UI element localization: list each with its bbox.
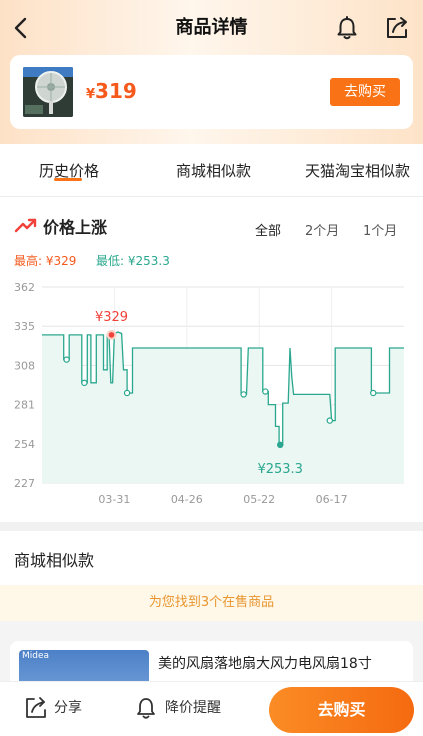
share-icon[interactable] [383, 14, 411, 42]
price-history-chart: 362 335 308 281 254 227 03-31 04-26 05-22 06-17 ¥3… [14, 281, 404, 506]
price-marker [63, 356, 70, 363]
similar-item[interactable]: Midea 美的风扇落地扇大风力电风扇18寸 [10, 641, 413, 681]
similar-item-image: Midea [19, 650, 149, 681]
min-point [276, 441, 284, 449]
x-tick-label: 05-22 [243, 493, 275, 506]
price-marker [123, 389, 131, 397]
section-divider [0, 522, 423, 531]
tab-mall-similar[interactable]: 商城相似款 [176, 160, 251, 181]
max-price-label: ¥329 [95, 310, 128, 325]
range-1-month[interactable]: 1个月 [363, 220, 397, 239]
x-tick-label: 06-17 [316, 493, 348, 506]
fan-image [23, 67, 73, 117]
price-marker [240, 391, 247, 398]
similar-section: 商城相似款 为您找到3个在售商品 [0, 531, 423, 631]
price-marker [81, 379, 88, 387]
similar-item-name: 美的风扇落地扇大风力电风扇18寸 [158, 656, 372, 672]
active-tab-indicator [54, 178, 82, 181]
x-tick-label: 04-26 [171, 493, 203, 506]
price-alert-label[interactable]: 降价提醒 [165, 697, 221, 717]
nav-bar: 商品详情 [0, 0, 423, 56]
price-marker [370, 389, 377, 397]
y-tick-label: 227 [14, 477, 35, 490]
tab-tmall-taobao-similar[interactable]: 天猫淘宝相似款 [305, 160, 410, 181]
product-price: ¥319 [86, 79, 137, 103]
y-tick-label: 362 [14, 281, 35, 294]
lowest-price: 最低: ¥253.3 [96, 254, 170, 268]
range-all[interactable]: 全部 [255, 220, 281, 239]
bell-icon[interactable] [333, 14, 361, 42]
x-tick-label: 03-31 [98, 493, 130, 506]
tab-bar: 历史价格 商城相似款 天猫淘宝相似款 [0, 144, 423, 197]
similar-item-brand: Midea [22, 651, 50, 661]
section-gap [0, 621, 423, 641]
price-marker [262, 388, 269, 395]
range-2-months[interactable]: 2个月 [305, 220, 339, 239]
price-marker [326, 417, 333, 424]
similar-heading: 商城相似款 [14, 551, 95, 570]
price-history-card: 价格上涨 全部 2个月 1个月 最高: ¥329 最低: ¥253.3 362 3… [0, 197, 423, 522]
min-price-label: ¥253.3 [257, 462, 303, 477]
share-icon[interactable] [24, 696, 48, 720]
product-card: ¥319 去购买 [10, 55, 413, 129]
product-thumbnail[interactable] [23, 67, 73, 117]
highest-price: 最高: ¥329 [14, 254, 77, 268]
y-tick-label: 308 [14, 359, 35, 372]
y-tick-label: 281 [14, 399, 35, 412]
y-tick-label: 335 [14, 320, 35, 333]
bell-icon[interactable] [134, 696, 158, 720]
trend-title: 价格上涨 [43, 218, 108, 237]
y-tick-label: 254 [14, 438, 35, 451]
buy-button[interactable]: 去购买 [269, 687, 414, 733]
share-label[interactable]: 分享 [54, 697, 82, 717]
buy-button-small[interactable]: 去购买 [330, 78, 400, 106]
found-count-banner: 为您找到3个在售商品 [0, 585, 423, 621]
max-point [108, 332, 115, 338]
trend-up-icon [14, 218, 37, 233]
bottom-bar: 分享 降价提醒 去购买 [0, 681, 423, 736]
